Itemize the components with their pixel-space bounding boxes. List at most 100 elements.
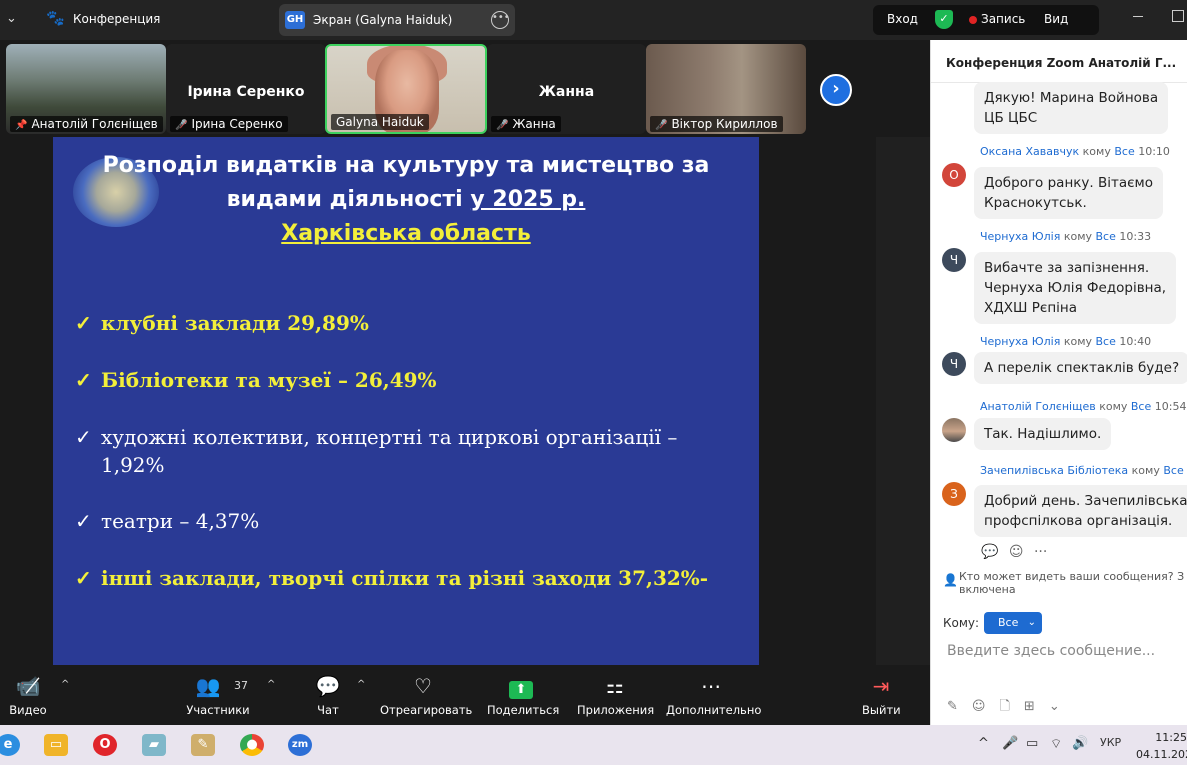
more-options-icon[interactable]: ••• [491,11,510,29]
chat-message-bubble[interactable]: Вибачте за запізнення. Чернуха Юлія Федо… [974,252,1177,324]
zoom-app-icon[interactable]: zm [288,734,312,756]
sender-name[interactable]: Анатолій Голєніщев [980,400,1096,413]
battery-icon[interactable]: ▭ [1026,736,1038,751]
emoji-icon[interactable]: ☺ [972,699,1000,714]
video-caption: 🎤̸ Віктор Кириллов [650,116,783,132]
video-off-icon: 📹̸ [15,674,41,698]
video-tile-3-active-speaker[interactable]: Galyna Haiduk [325,44,487,134]
video-caption: 🎤̸ Ірина Серенко [170,116,288,132]
message-line: Вибачте за запізнення. [984,260,1150,276]
next-videos-arrow-icon[interactable]: › [820,74,852,106]
microphone-icon[interactable]: 🎤 [1002,736,1018,751]
chevron-up-icon[interactable]: ^ [978,736,989,751]
apps-button[interactable]: ⚏ Приложения [577,673,654,717]
checkmark-icon: ✓ [75,509,92,533]
recipient-select[interactable]: Все ⌄ [984,612,1042,634]
emoji-react-icon[interactable]: ☺ [1009,544,1024,560]
sender-name[interactable]: Чернуха Юлія [980,335,1060,348]
volume-icon[interactable]: 🔊 [1072,736,1088,751]
visibility-notice[interactable]: Кто может видеть ваши сообщения? З включ… [959,570,1185,596]
chat-icon: 💬 [315,674,341,698]
sender-name[interactable]: Зачепилівська Бібліотека [980,464,1128,477]
video-button[interactable]: 📹̸ Видео [8,673,48,717]
chevron-up-icon[interactable]: ^ [357,679,365,690]
recipient-label: кому [1131,464,1160,477]
chat-label: Чат [317,703,339,717]
language-indicator[interactable]: УКР [1100,736,1121,749]
slide-bullet: ✓ художні колективи, концертні та циркові… [75,423,677,479]
video-caption: 🎤̸ Жанна [491,116,561,132]
checkmark-icon: ✓ [75,368,92,392]
minimize-icon[interactable] [1133,16,1143,17]
recipient-group: Все [1130,400,1152,413]
leave-button[interactable]: ⇥ Выйти [862,673,901,717]
bullet-text: інші заклади, творчі спілки та різні зах… [101,566,709,590]
meeting-controls-pill: Вход ✓ Запись Вид [873,5,1099,35]
record-button[interactable]: Запись [981,12,1025,26]
chat-button[interactable]: 💬 Чат [310,673,346,717]
video-tile-2[interactable]: Ірина Серенко 🎤̸ Ірина Серенко [166,44,326,134]
sender-name[interactable]: Чернуха Юлія [980,230,1060,243]
more-actions-icon[interactable]: ··· [1034,544,1047,560]
recipient-group: Все [1095,335,1116,348]
share-button[interactable]: ⬆ Поделиться [487,673,559,717]
chat-message-bubble[interactable]: Дякую! Марина Войнова ЦБ ЦБС [974,82,1169,134]
screen-share-label: Экран (Galyna Haiduk) [313,13,453,27]
chevron-down-icon[interactable]: ⌄ [1049,699,1074,714]
login-button[interactable]: Вход [887,12,918,26]
view-button[interactable]: Вид [1044,12,1068,26]
chat-message-bubble[interactable]: Так. Надішлимо. [974,418,1112,450]
edge-browser-icon[interactable]: e [0,734,20,756]
more-button[interactable]: ⋯ Дополнительно [666,673,761,717]
video-tile-4[interactable]: Жанна 🎤̸ Жанна [487,44,646,134]
more-icon: ⋯ [701,674,721,698]
recipient-label: кому [1082,145,1111,158]
video-tile-5[interactable]: 🎤̸ Віктор Кириллов [646,44,806,134]
chevron-up-icon[interactable]: ^ [267,679,275,690]
chat-message-bubble[interactable]: Добрий день. Зачепилівська профспілкова … [974,485,1187,537]
shared-slide: Розподіл видатків на культуру та мистецт… [53,137,759,665]
video-tile-1[interactable]: 📌 Анатолій Голєніщев [6,44,166,134]
reply-icon[interactable]: 💬 [981,544,998,560]
security-shield-icon[interactable]: ✓ [935,10,953,29]
pin-icon: 📌 [15,120,28,131]
chat-header-title: Конференция Zoom Анатолій Г... [946,56,1177,70]
file-explorer-icon[interactable]: ▭ [44,734,68,756]
recipient-group: Все [1163,464,1184,477]
recipient-label: кому [1099,400,1128,413]
message-time: 10:54 [1154,400,1187,413]
message-line: Краснокутськ. [984,195,1087,211]
app-title: Конференция [73,12,161,26]
recipient-group: Все [1095,230,1116,243]
heart-icon: ♡ [414,674,432,698]
chevron-down-icon[interactable]: ⌄ [6,11,17,26]
react-button[interactable]: ♡ Отреагировать [380,673,472,717]
screenshot-icon[interactable]: ⊞ [1024,699,1049,714]
bullet-text-continued: 1,92% [101,453,165,477]
recipient-label: кому [1063,335,1093,348]
chrome-browser-icon[interactable]: ● [240,734,264,756]
app-icon[interactable]: ▰ [142,734,166,756]
video-strip: 📌 Анатолій Голєніщев Ірина Серенко 🎤̸ Ірин… [0,40,930,137]
message-time: 10:10 [1138,145,1170,158]
top-bar: ⌄ 🐾 Конференция GH Экран (Galyna Haiduk)… [0,0,1187,40]
checkmark-icon: ✓ [75,425,92,449]
screen-share-tab[interactable]: GH Экран (Galyna Haiduk) ••• [279,4,515,36]
record-dot-icon [969,16,977,24]
system-clock[interactable]: 11:25 04.11.2025 [1136,729,1187,763]
file-icon[interactable]: 🗋 [999,699,1023,714]
chat-message-meta: Зачепилівська Бібліотека кому Все [980,464,1184,477]
chat-message-input[interactable]: Введите здесь сообщение... [947,643,1155,659]
message-line: профспілкова організація. [984,513,1173,529]
opera-browser-icon[interactable]: O [93,734,117,756]
maximize-icon[interactable] [1172,10,1184,22]
chat-message-bubble[interactable]: А перелік спектаклів буде? [974,352,1187,384]
sender-name[interactable]: Оксана Хававчук [980,145,1079,158]
chevron-up-icon[interactable]: ^ [61,679,69,690]
chat-message-bubble[interactable]: Доброго ранку. Вітаємо Краснокутськ. [974,167,1164,219]
paint-icon[interactable]: ✎ [191,734,215,756]
slide-side-area [876,137,930,665]
sender-avatar-photo [942,418,966,442]
wifi-icon[interactable]: ⌔ [1050,736,1062,752]
format-text-icon[interactable]: ✎ [947,699,972,714]
